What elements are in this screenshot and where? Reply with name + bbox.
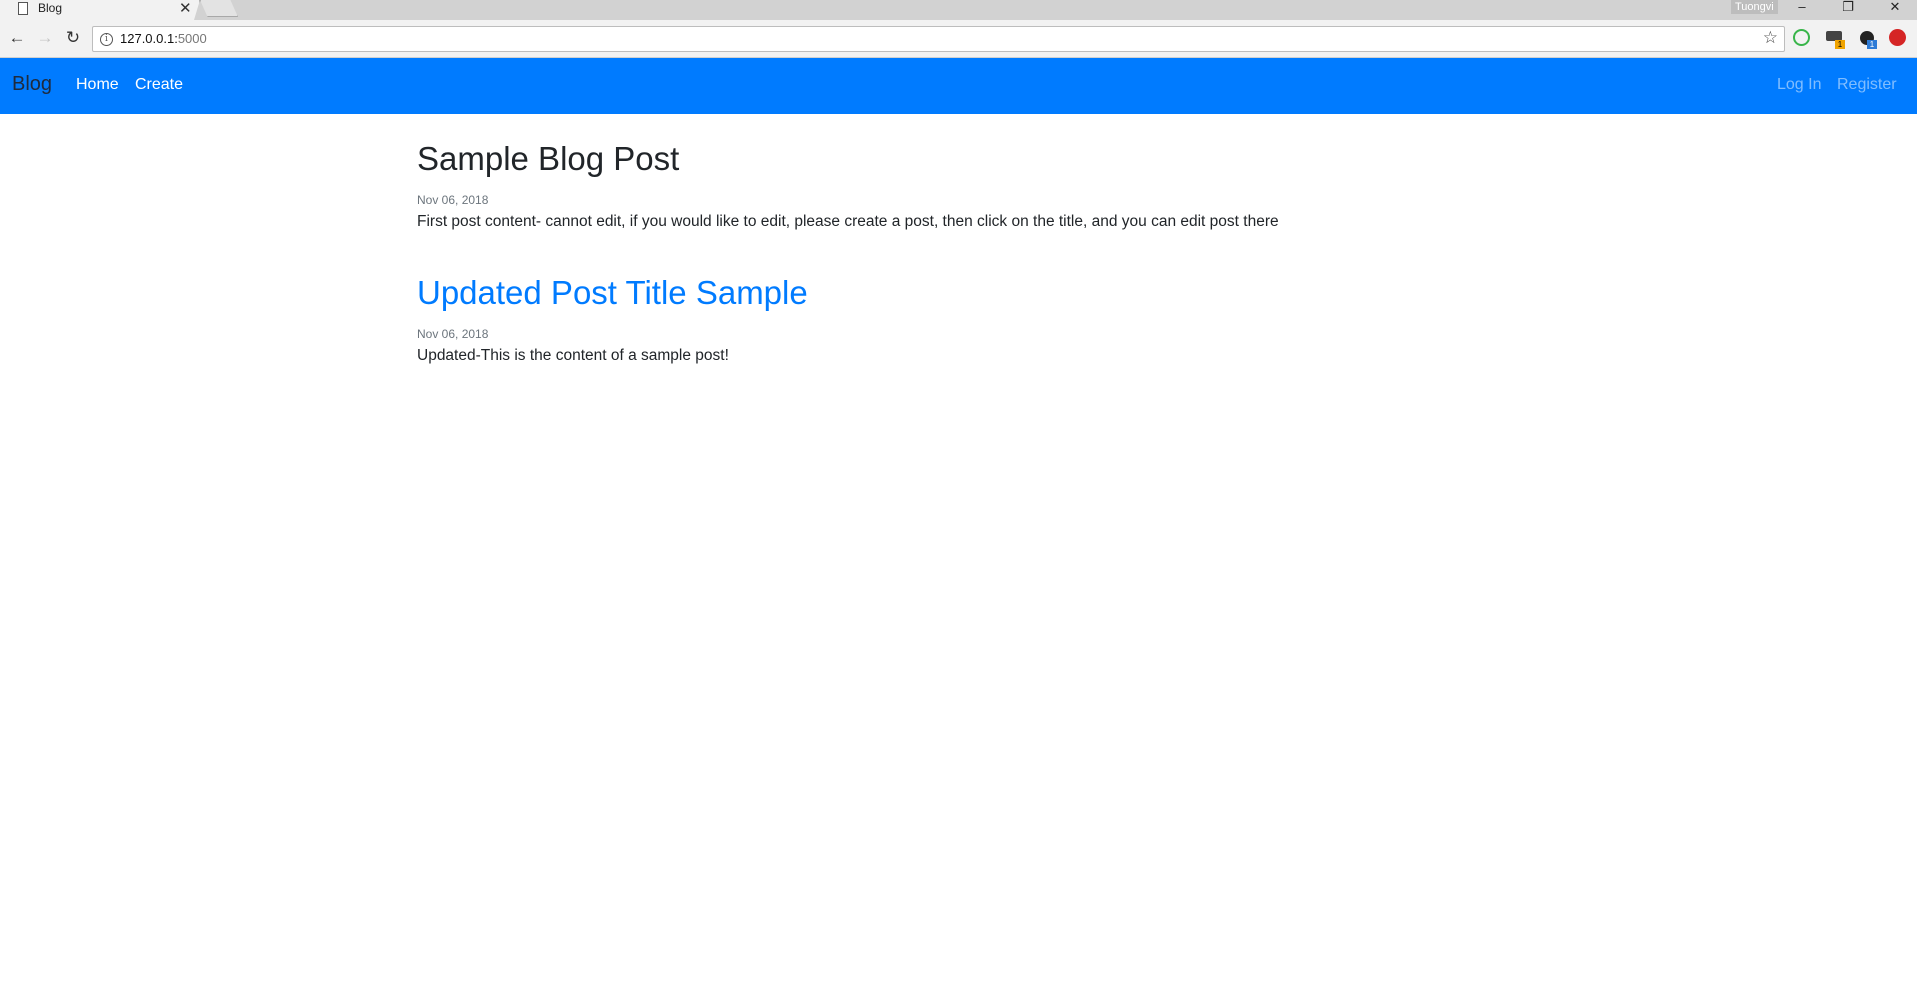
extension-badge: 1: [1867, 40, 1877, 49]
back-icon[interactable]: ←: [6, 27, 28, 49]
post-date: Nov 06, 2018: [417, 193, 489, 207]
post-body: First post content- cannot edit, if you …: [417, 213, 1279, 230]
url-text[interactable]: 127.0.0.1:5000: [120, 31, 207, 46]
post-title: Sample Blog Post: [417, 140, 680, 177]
reload-icon[interactable]: ↻: [62, 27, 84, 49]
profile-name[interactable]: Tuongvi: [1731, 0, 1778, 14]
window-close-icon[interactable]: ✕: [1875, 0, 1915, 16]
green-extension-icon[interactable]: [1793, 29, 1810, 46]
url-host: 127.0.0.1:: [120, 31, 178, 46]
navbar-brand[interactable]: Blog: [12, 73, 52, 96]
minimize-icon[interactable]: –: [1782, 0, 1822, 16]
post-item: Updated Post Title Sample Nov 06, 2018 U…: [417, 272, 1500, 367]
post-item: Sample Blog Post Nov 06, 2018 First post…: [417, 138, 1500, 233]
nav-link-register[interactable]: Register: [1837, 76, 1897, 94]
post-date: Nov 06, 2018: [417, 327, 489, 341]
maximize-icon[interactable]: ❐: [1828, 0, 1868, 16]
post-title-link[interactable]: Updated Post Title Sample: [417, 272, 1500, 314]
nav-link-create[interactable]: Create: [135, 76, 183, 94]
url-port: 5000: [177, 31, 207, 46]
browser-toolbar: ← → ↻ i 127.0.0.1:5000 ☆ 1 1: [0, 20, 1917, 58]
tab-title: Blog: [38, 1, 63, 15]
red-extension-icon[interactable]: [1889, 29, 1906, 46]
post-body: Updated-This is the content of a sample …: [417, 347, 729, 364]
extension-badge: 1: [1835, 40, 1845, 49]
new-tab-button[interactable]: [200, 0, 238, 17]
address-bar[interactable]: i 127.0.0.1:5000 ☆: [92, 26, 1785, 52]
browser-tab[interactable]: Blog ✕: [0, 0, 200, 20]
tab-strip: Blog ✕ Tuongvi – ❐ ✕: [0, 0, 1917, 20]
info-icon[interactable]: i: [100, 33, 113, 46]
nav-link-home[interactable]: Home: [76, 76, 119, 94]
document-icon: [18, 2, 28, 15]
forward-icon[interactable]: →: [34, 27, 56, 49]
star-icon[interactable]: ☆: [1763, 28, 1778, 48]
close-icon[interactable]: ✕: [179, 0, 192, 17]
nav-link-login[interactable]: Log In: [1777, 76, 1821, 94]
site-navbar: Blog Home Create Log In Register: [0, 58, 1917, 114]
